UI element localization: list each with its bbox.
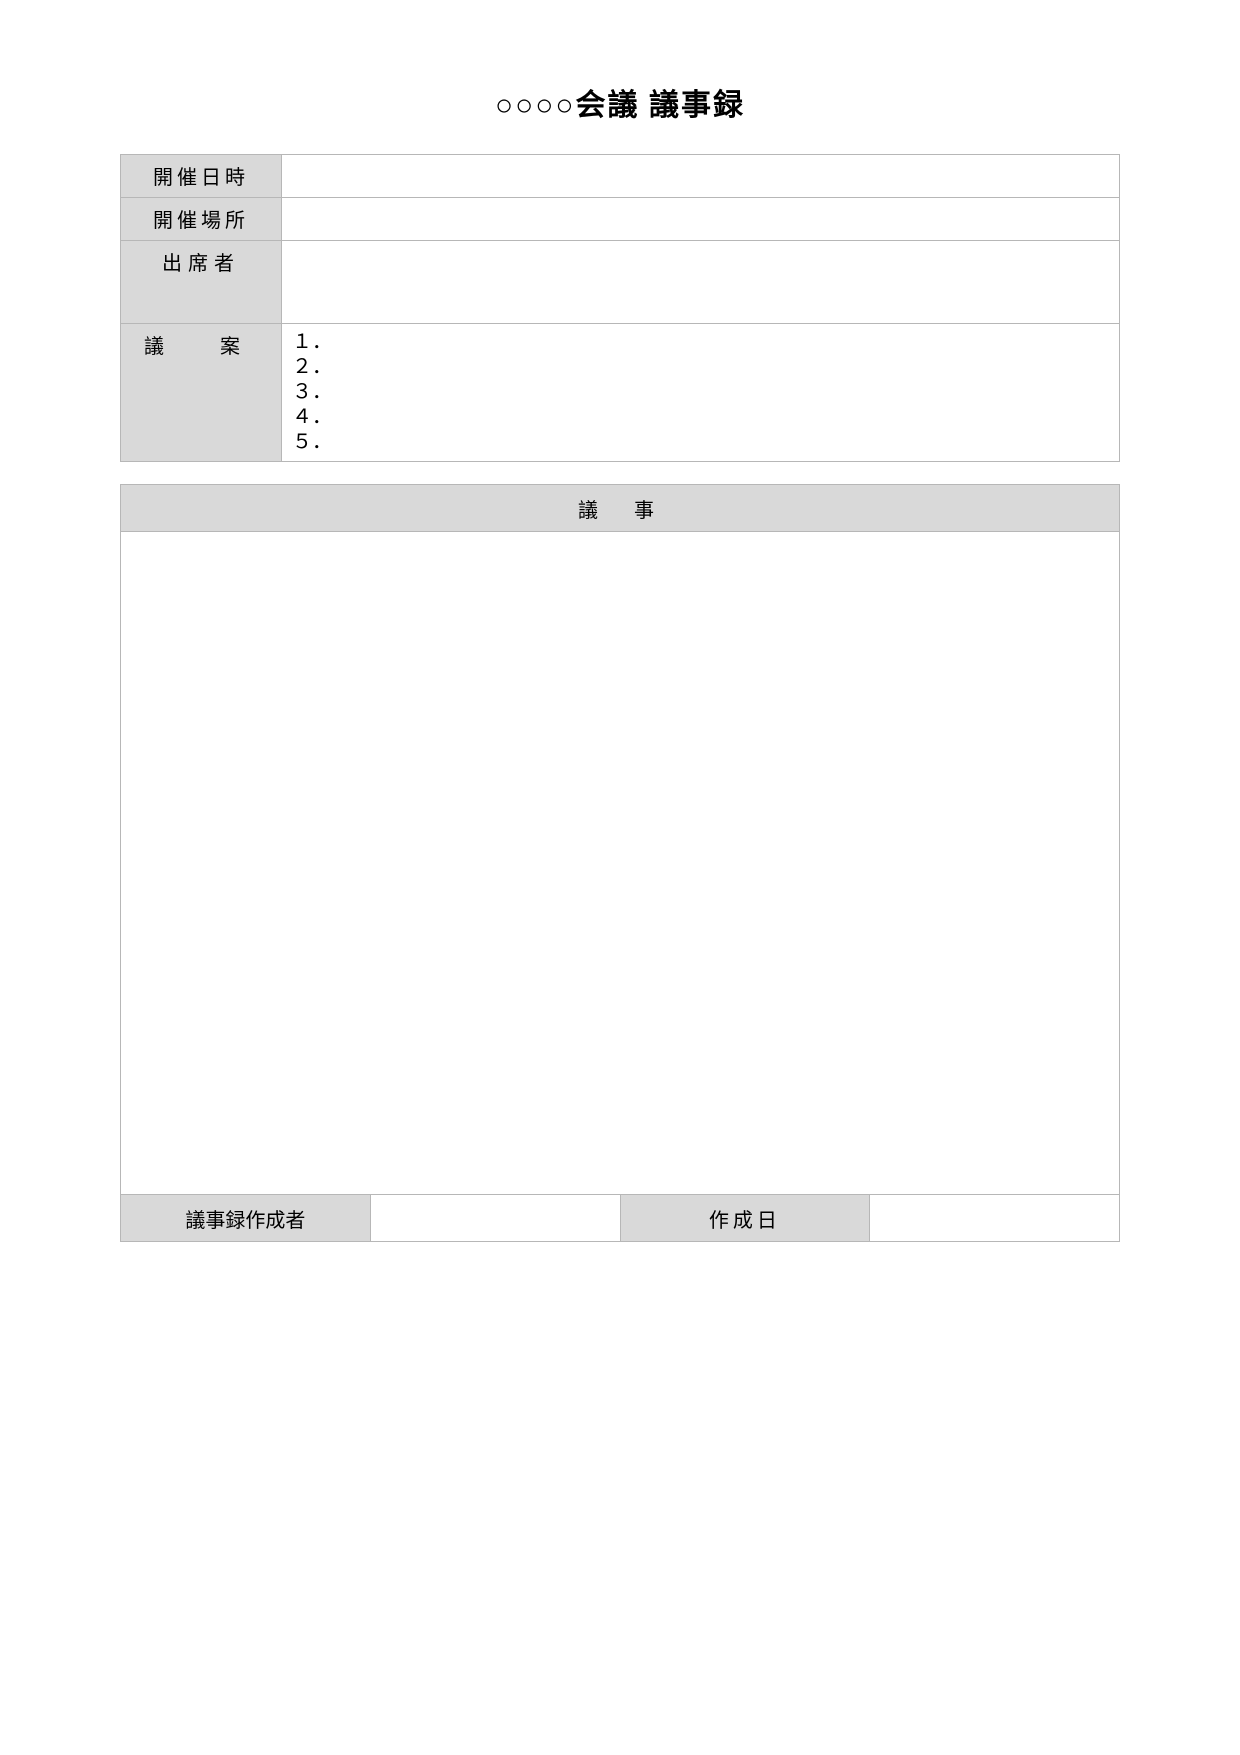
document-title: ○○○○会議 議事録 [120,80,1120,124]
attendees-value [282,241,1120,324]
agenda-item: １． [292,330,1109,355]
created-label: 作成日 [620,1195,870,1242]
date-value [282,155,1120,198]
proceedings-body [121,532,1120,1195]
created-value [870,1195,1120,1242]
agenda-item: ３． [292,380,1109,405]
info-table: 開催日時 開催場所 出席者 議 案 １． ２． ３． ４． ５． [120,154,1120,462]
author-label: 議事録作成者 [121,1195,371,1242]
date-label: 開催日時 [121,155,282,198]
agenda-item: ４． [292,405,1109,430]
agenda-item: ２． [292,355,1109,380]
proceedings-header: 議 事 [121,485,1120,532]
proceedings-table: 議 事 議事録作成者 作成日 [120,484,1120,1242]
agenda-item: ５． [292,430,1109,455]
place-value [282,198,1120,241]
attendees-label: 出席者 [121,241,282,324]
author-value [370,1195,620,1242]
agenda-label: 議 案 [121,324,282,462]
agenda-value: １． ２． ３． ４． ５． [282,324,1120,462]
place-label: 開催場所 [121,198,282,241]
